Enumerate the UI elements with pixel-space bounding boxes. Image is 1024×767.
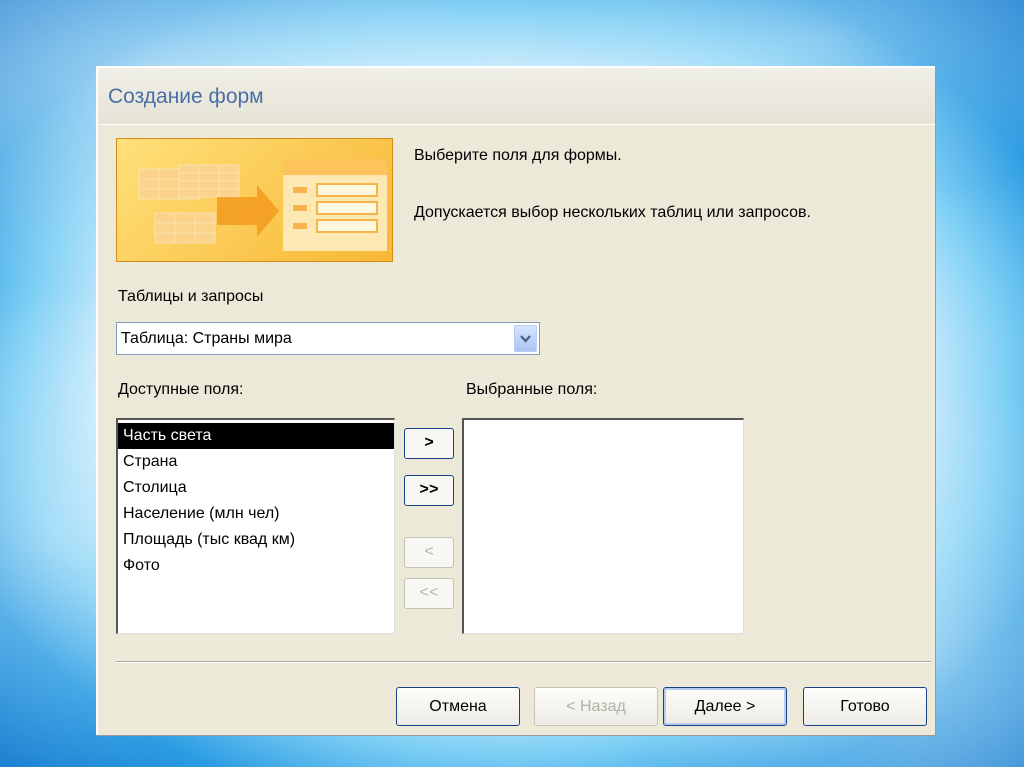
list-item[interactable]: Столица <box>118 475 394 501</box>
table-to-form-icon <box>138 159 387 251</box>
list-item[interactable]: Площадь (тыс квад км) <box>118 527 394 553</box>
footer-divider <box>116 661 931 663</box>
add-all-fields-button[interactable]: >> <box>404 475 454 506</box>
list-item[interactable]: Фото <box>118 553 394 579</box>
back-button[interactable]: < Назад <box>534 687 658 726</box>
list-item[interactable]: Страна <box>118 449 394 475</box>
add-field-button[interactable]: > <box>404 428 454 459</box>
form-wizard-dialog: Создание форм Выберите поля для формы. Д… <box>96 66 935 735</box>
tables-queries-value: Таблица: Страны мира <box>121 330 292 347</box>
selected-fields-label: Выбранные поля: <box>466 381 598 398</box>
next-button[interactable]: Далее > <box>663 687 787 726</box>
chevron-down-icon <box>520 335 531 343</box>
list-item[interactable]: Часть света <box>118 423 394 449</box>
finish-button[interactable]: Готово <box>803 687 927 726</box>
remove-all-fields-button[interactable]: << <box>404 578 454 609</box>
title-divider <box>98 124 935 125</box>
remove-field-button[interactable]: < <box>404 537 454 568</box>
dialog-title-bar: Создание форм <box>98 68 935 124</box>
tables-queries-label: Таблицы и запросы <box>118 288 264 305</box>
form-wizard-illustration <box>116 138 393 262</box>
tables-queries-dropdown[interactable]: Таблица: Страны мира <box>116 322 540 355</box>
dropdown-button[interactable] <box>514 325 537 352</box>
dialog-title: Создание форм <box>108 85 264 108</box>
available-fields-list[interactable]: Часть света Страна Столица Население (мл… <box>116 418 395 634</box>
list-item[interactable]: Население (млн чел) <box>118 501 394 527</box>
selected-fields-list[interactable] <box>462 418 744 634</box>
available-fields-label: Доступные поля: <box>118 381 244 398</box>
cancel-button[interactable]: Отмена <box>396 687 520 726</box>
instruction-note: Допускается выбор нескольких таблиц или … <box>414 204 811 221</box>
instruction-text: Выберите поля для формы. <box>414 147 622 164</box>
